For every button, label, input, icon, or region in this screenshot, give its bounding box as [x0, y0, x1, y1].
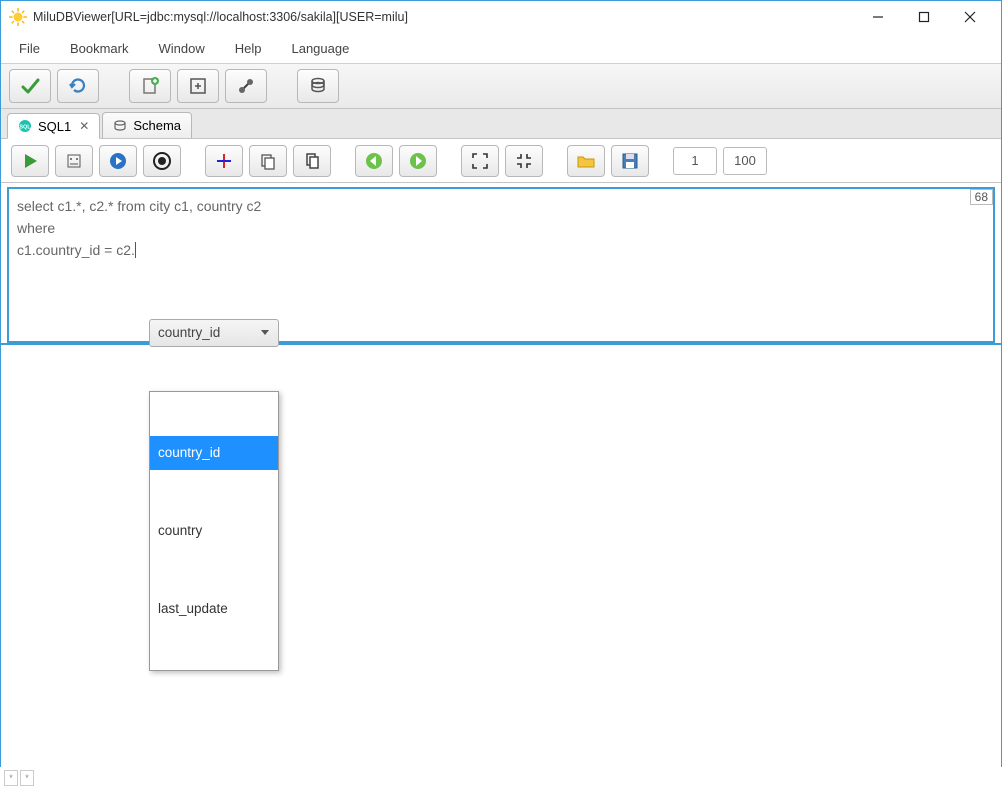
connection-button[interactable] [225, 69, 267, 103]
autocomplete-item-last-update[interactable]: last_update [150, 592, 278, 626]
commit-button[interactable] [9, 69, 51, 103]
autocomplete-selected: country_id [158, 322, 220, 344]
sql-editor-wrap: 68 select c1.*, c2.* from city c1, count… [7, 187, 995, 343]
autocomplete-item-country-id[interactable]: country_id [150, 436, 278, 470]
editor-line-1: select c1.*, c2.* from city c1, country … [17, 198, 261, 214]
next-button[interactable] [399, 145, 437, 177]
menu-window[interactable]: Window [154, 39, 208, 58]
open-button[interactable] [567, 145, 605, 177]
chevron-down-icon [260, 329, 270, 337]
add-panel-button[interactable] [177, 69, 219, 103]
main-toolbar [1, 63, 1001, 109]
window-controls [855, 2, 993, 32]
page-to-input[interactable] [723, 147, 767, 175]
expand-button[interactable] [461, 145, 499, 177]
autocomplete-popup: country_id country_id country last_updat… [149, 275, 279, 715]
close-button[interactable] [947, 2, 993, 32]
minimize-button[interactable] [855, 2, 901, 32]
menu-language[interactable]: Language [287, 39, 353, 58]
tab-sql1[interactable]: SQL SQL1 ✕ [7, 113, 100, 139]
autocomplete-combobox[interactable]: country_id [149, 319, 279, 347]
autocomplete-item-country[interactable]: country [150, 514, 278, 548]
tab-schema-label: Schema [133, 118, 181, 133]
tab-sql1-label: SQL1 [38, 119, 71, 134]
database-button[interactable] [297, 69, 339, 103]
titlebar: MiluDBViewer[URL=jdbc:mysql://localhost:… [1, 1, 1001, 33]
text-cursor [135, 242, 136, 258]
new-document-button[interactable] [129, 69, 171, 103]
autocomplete-list: country_id country last_update [149, 391, 279, 671]
save-button[interactable] [611, 145, 649, 177]
page-from-input[interactable] [673, 147, 717, 175]
rollback-button[interactable] [57, 69, 99, 103]
record-button[interactable] [143, 145, 181, 177]
copy-button[interactable] [293, 145, 331, 177]
menu-bookmark[interactable]: Bookmark [66, 39, 133, 58]
svg-text:SQL: SQL [19, 125, 31, 131]
execute-button[interactable] [11, 145, 49, 177]
app-icon [9, 8, 27, 26]
play-circle-button[interactable] [99, 145, 137, 177]
explain-button[interactable] [55, 145, 93, 177]
sql-toolbar [1, 139, 1001, 183]
tab-schema[interactable]: Schema [102, 112, 192, 138]
prev-button[interactable] [355, 145, 393, 177]
status-cell-b[interactable]: * [20, 770, 34, 786]
statusbar: * * [0, 767, 1002, 789]
sql-icon: SQL [18, 119, 32, 133]
sql-editor[interactable]: select c1.*, c2.* from city c1, country … [9, 189, 993, 341]
menubar: File Bookmark Window Help Language [1, 33, 1001, 63]
tab-sql1-close[interactable]: ✕ [79, 119, 89, 133]
status-cell-a[interactable]: * [4, 770, 18, 786]
format-button[interactable] [205, 145, 243, 177]
menu-file[interactable]: File [15, 39, 44, 58]
collapse-button[interactable] [505, 145, 543, 177]
menu-help[interactable]: Help [231, 39, 266, 58]
editor-line-2: where [17, 220, 55, 236]
tabbar: SQL SQL1 ✕ Schema [1, 109, 1001, 139]
maximize-button[interactable] [901, 2, 947, 32]
database-icon [113, 119, 127, 133]
editor-line-3: c1.country_id = c2. [17, 242, 135, 258]
copy-sql-button[interactable] [249, 145, 287, 177]
window-title: MiluDBViewer[URL=jdbc:mysql://localhost:… [33, 10, 855, 24]
